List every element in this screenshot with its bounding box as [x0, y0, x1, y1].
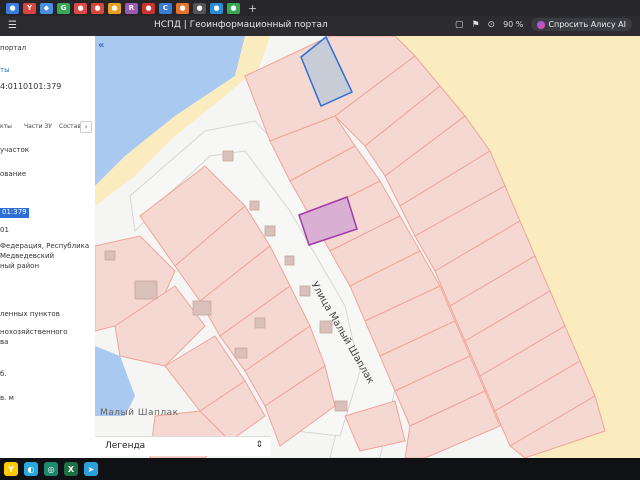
- chevron-updown-icon: ⇕: [255, 440, 263, 450]
- tab-favicon-6-icon[interactable]: ●: [91, 2, 104, 14]
- permitted-use-line-1: нохозяйственного: [0, 328, 68, 336]
- tab-favicon-10-icon[interactable]: C: [159, 2, 172, 14]
- cadastral-map[interactable]: [95, 36, 640, 458]
- tab-favicon-9-icon[interactable]: ●: [142, 2, 155, 14]
- sidebar-tabs: кты Части ЗУ Состав ›: [0, 121, 95, 135]
- tab-favicon-2-icon[interactable]: Y: [23, 2, 36, 14]
- excel-icon[interactable]: X: [64, 462, 78, 476]
- land-category: ленных пунктов: [0, 310, 60, 318]
- browser-titlebar: ☰ НСПД | Геоинформационный портал ▢ ⚑ ⊙ …: [0, 16, 640, 36]
- zoom-icon[interactable]: ⊙: [488, 20, 496, 30]
- tab-composition[interactable]: Состав: [59, 123, 81, 130]
- taskbar: Y ◐ ◎ X ➤: [0, 458, 640, 480]
- tab-strip: ● Y ◆ G ● ● ● R ● C ● ● ● ● +: [0, 0, 640, 16]
- browser-icon[interactable]: ◐: [24, 462, 38, 476]
- tab-favicon-3-icon[interactable]: ◆: [40, 2, 53, 14]
- address-line-1: Федерация, Республика: [0, 242, 90, 250]
- alice-button[interactable]: Спросить Алису AI: [531, 18, 632, 31]
- tab-parts[interactable]: Части ЗУ: [24, 123, 52, 130]
- alice-label: Спросить Алису AI: [548, 20, 626, 29]
- yandex-browser-icon[interactable]: Y: [4, 462, 18, 476]
- permitted-use-line-2: ва: [0, 338, 9, 346]
- telegram-icon[interactable]: ➤: [84, 462, 98, 476]
- address-line-3: ный район: [0, 262, 40, 270]
- new-tab-icon[interactable]: +: [248, 2, 257, 15]
- tab-favicon-5-icon[interactable]: ●: [74, 2, 87, 14]
- village-label: Малый Шаплак: [100, 408, 179, 418]
- tab-favicon-1-icon[interactable]: ●: [6, 2, 19, 14]
- legend-label: Легенда: [105, 441, 146, 451]
- sidebar-link[interactable]: ты: [0, 66, 10, 74]
- tabs-scroll-right-button[interactable]: ›: [80, 121, 92, 133]
- legend-dropdown[interactable]: Легенда ⇕: [95, 436, 271, 456]
- bookmark-icon[interactable]: ⚑: [471, 20, 479, 30]
- tab-favicon-8-icon[interactable]: R: [125, 2, 138, 14]
- selected-cadastral-number: 01:379: [0, 208, 29, 218]
- alice-icon: [537, 20, 546, 29]
- tab-objects[interactable]: кты: [0, 123, 12, 130]
- tab-favicon-4-icon[interactable]: G: [57, 2, 70, 14]
- sidebar-value-b: б.: [0, 370, 7, 378]
- sidebar-value-01: 01: [0, 226, 9, 234]
- address-line-2: Медведевский: [0, 252, 55, 260]
- tab-favicon-13-icon[interactable]: ●: [210, 2, 223, 14]
- browser-toolbar-right: ▢ ⚑ ⊙ 90 % Спросить Алису AI: [455, 18, 632, 31]
- reader-icon[interactable]: ▢: [455, 20, 464, 30]
- sidebar-type-value: участок: [0, 146, 30, 154]
- tab-favicon-11-icon[interactable]: ●: [176, 2, 189, 14]
- zoom-level[interactable]: 90 %: [503, 20, 523, 29]
- sidebar-portal-text: портал: [0, 44, 27, 52]
- area-value: в. м: [0, 394, 14, 402]
- tab-favicon-14-icon[interactable]: ●: [227, 2, 240, 14]
- collapse-sidebar-button[interactable]: «: [98, 40, 112, 54]
- map-canvas[interactable]: [95, 36, 640, 458]
- cadastral-number: 4:0110101:379: [0, 82, 62, 91]
- menu-icon[interactable]: ☰: [8, 20, 18, 31]
- sidebar-name-value: ование: [0, 170, 27, 178]
- info-sidebar: портал ты 4:0110101:379 кты Части ЗУ Сос…: [0, 36, 95, 458]
- tab-favicon-7-icon[interactable]: ●: [108, 2, 121, 14]
- app-icon[interactable]: ◎: [44, 462, 58, 476]
- tab-favicon-12-icon[interactable]: ●: [193, 2, 206, 14]
- page-title: НСПД | Геоинформационный портал: [154, 20, 328, 30]
